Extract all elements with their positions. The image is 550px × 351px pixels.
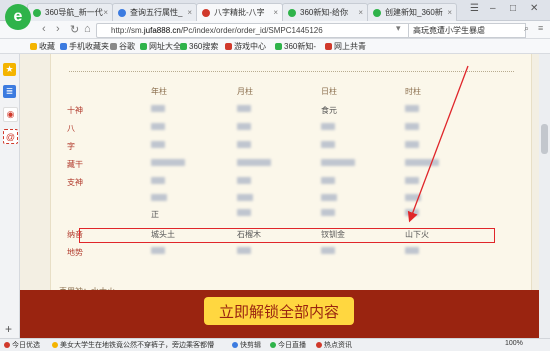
bookmark-label: 网上共青 xyxy=(334,42,366,51)
bookmark-favicon-icon xyxy=(60,43,67,50)
tab-close-icon[interactable]: × xyxy=(447,8,452,17)
bookmark-favicon-icon xyxy=(110,43,117,50)
bookmark-favicon-icon xyxy=(225,43,232,50)
bookmark-item[interactable]: 谷歌 xyxy=(110,41,135,52)
status-item[interactable]: 美女大学生在地铁竟公然不穿裤子，旁边乘客都懵 xyxy=(52,340,214,350)
status-item[interactable]: 今日直播 xyxy=(270,340,306,350)
status-item-label: 热点资讯 xyxy=(324,342,352,349)
bookmark-favicon-icon xyxy=(325,43,332,50)
url-domain: jufa888.cn xyxy=(143,26,181,35)
skin-icon[interactable]: ☰ xyxy=(470,3,479,14)
bookmark-label: 网址大全 xyxy=(149,42,181,51)
tab-favicon-icon xyxy=(373,8,381,17)
side-toolbar: ★ ≣ ◉ @ + xyxy=(0,54,20,338)
status-item-label: 美女大学生在地铁竟公然不穿裤子，旁边乘客都懵 xyxy=(60,342,214,349)
status-item-label: 今日优选 xyxy=(12,342,40,349)
home-icon[interactable]: ⌂ xyxy=(84,23,91,35)
bookmark-label: 收藏 xyxy=(39,42,55,51)
minimize-icon[interactable]: – xyxy=(490,3,496,14)
bookmark-item[interactable]: 网址大全 xyxy=(140,41,181,52)
status-item-icon xyxy=(52,342,58,348)
tab-title: 360导航_新一代 xyxy=(45,8,103,17)
bookmark-favicon-icon xyxy=(180,43,187,50)
tab-title: 360新知-给你 xyxy=(300,8,349,17)
bookmark-bar: 收藏 手机收藏夹 谷歌 网址大全 360搜索 游戏中心 360新知- 网上共青 xyxy=(0,39,550,54)
bookmark-item[interactable]: 手机收藏夹 xyxy=(60,41,109,52)
browser-logo-icon[interactable]: e xyxy=(5,4,31,30)
page-content: 年柱月柱日柱时柱十神食元八字藏干支神正纳音城头土石榴木钗钏金山下火地势 喜用神：… xyxy=(20,54,539,338)
browser-tab[interactable]: 360新知-给你 × xyxy=(282,3,368,21)
bookmark-label: 游戏中心 xyxy=(234,42,266,51)
vertical-scrollbar[interactable] xyxy=(539,54,550,338)
bookmark-item[interactable]: 360搜索 xyxy=(180,41,218,52)
nav-bar: ‹ › ↻ ⌂ http://sm.jufa888.cn/Pc/index/or… xyxy=(0,21,550,39)
browser-tab[interactable]: 查询五行属性_ × xyxy=(112,3,197,21)
bookmark-favicon-icon xyxy=(30,43,37,50)
bookmark-item[interactable]: 360新知- xyxy=(275,41,316,52)
bookmark-favicon-icon xyxy=(275,43,282,50)
url-prefix: http://sm. xyxy=(111,26,144,35)
close-icon[interactable]: ✕ xyxy=(530,3,538,14)
add-icon[interactable]: + xyxy=(5,322,12,336)
tab-favicon-icon xyxy=(33,8,41,17)
tab-bar: e 360导航_新一代 × 查询五行属性_ × 八字精批-八字 × 360新知-给你 × 创建新… xyxy=(0,0,550,30)
browser-tab[interactable]: 八字精批-八字 × xyxy=(196,3,283,21)
menu-icon[interactable]: ≡ xyxy=(538,23,543,33)
browser-tab[interactable]: 360导航_新一代 × xyxy=(27,3,113,21)
tab-title: 八字精批-八字 xyxy=(214,8,265,17)
search-input[interactable]: 高玩竟遭小学生暴虐 xyxy=(408,23,526,38)
bookmark-favicon-icon xyxy=(140,43,147,50)
status-item-icon xyxy=(270,342,276,348)
scrollbar-thumb[interactable] xyxy=(541,124,548,154)
weibo-icon[interactable]: ◉ xyxy=(3,107,18,122)
status-item[interactable]: 热点资讯 xyxy=(316,340,352,350)
tab-close-icon[interactable]: × xyxy=(187,8,192,17)
status-item-icon xyxy=(316,342,322,348)
status-item-label: 今日直播 xyxy=(278,342,306,349)
back-icon[interactable]: ‹ xyxy=(42,23,46,35)
tab-favicon-icon xyxy=(118,8,126,17)
search-icon[interactable]: ⌕ xyxy=(524,23,529,34)
refresh-icon[interactable]: ↻ xyxy=(70,23,79,36)
bookmark-item[interactable]: 网上共青 xyxy=(325,41,366,52)
bookmark-item[interactable]: 收藏 xyxy=(30,41,55,52)
tab-close-icon[interactable]: × xyxy=(273,8,278,17)
status-item-icon xyxy=(4,342,10,348)
at-icon[interactable]: @ xyxy=(3,129,18,144)
status-bar: 今日优选 美女大学生在地铁竟公然不穿裤子，旁边乘客都懵 快剪辑 今日直播 热点资讯 10… xyxy=(0,338,550,351)
url-path: /Pc/index/order/order_id/SMPC1445126 xyxy=(180,26,323,35)
browser-tab[interactable]: 创建新知_360新 × xyxy=(367,3,457,21)
bookmark-label: 360新知- xyxy=(284,42,317,51)
bookmark-label: 360搜索 xyxy=(189,42,219,51)
zoom-level[interactable]: 100% xyxy=(505,340,523,347)
tab-close-icon[interactable]: × xyxy=(358,8,363,17)
tab-favicon-icon xyxy=(288,8,296,17)
forward-icon[interactable]: › xyxy=(56,23,60,35)
status-item[interactable]: 今日优选 xyxy=(4,340,40,350)
maximize-icon[interactable]: □ xyxy=(510,3,516,14)
unlock-all-button[interactable]: 立即解锁全部内容 xyxy=(204,297,354,325)
tab-title: 创建新知_360新 xyxy=(385,8,443,17)
tab-close-icon[interactable]: × xyxy=(103,8,108,17)
bookmark-label: 谷歌 xyxy=(119,42,135,51)
dropdown-icon[interactable]: ▾ xyxy=(396,23,401,34)
address-bar[interactable]: http://sm.jufa888.cn/Pc/index/order/orde… xyxy=(96,23,412,38)
tab-favicon-icon xyxy=(202,8,210,17)
status-item-label: 快剪辑 xyxy=(240,342,261,349)
star-icon[interactable]: ★ xyxy=(3,63,16,76)
list-icon[interactable]: ≣ xyxy=(3,85,16,98)
bookmark-label: 手机收藏夹 xyxy=(69,42,109,51)
tab-title: 查询五行属性_ xyxy=(130,8,183,17)
status-item-icon xyxy=(232,342,238,348)
status-item[interactable]: 快剪辑 xyxy=(232,340,261,350)
bookmark-item[interactable]: 游戏中心 xyxy=(225,41,266,52)
